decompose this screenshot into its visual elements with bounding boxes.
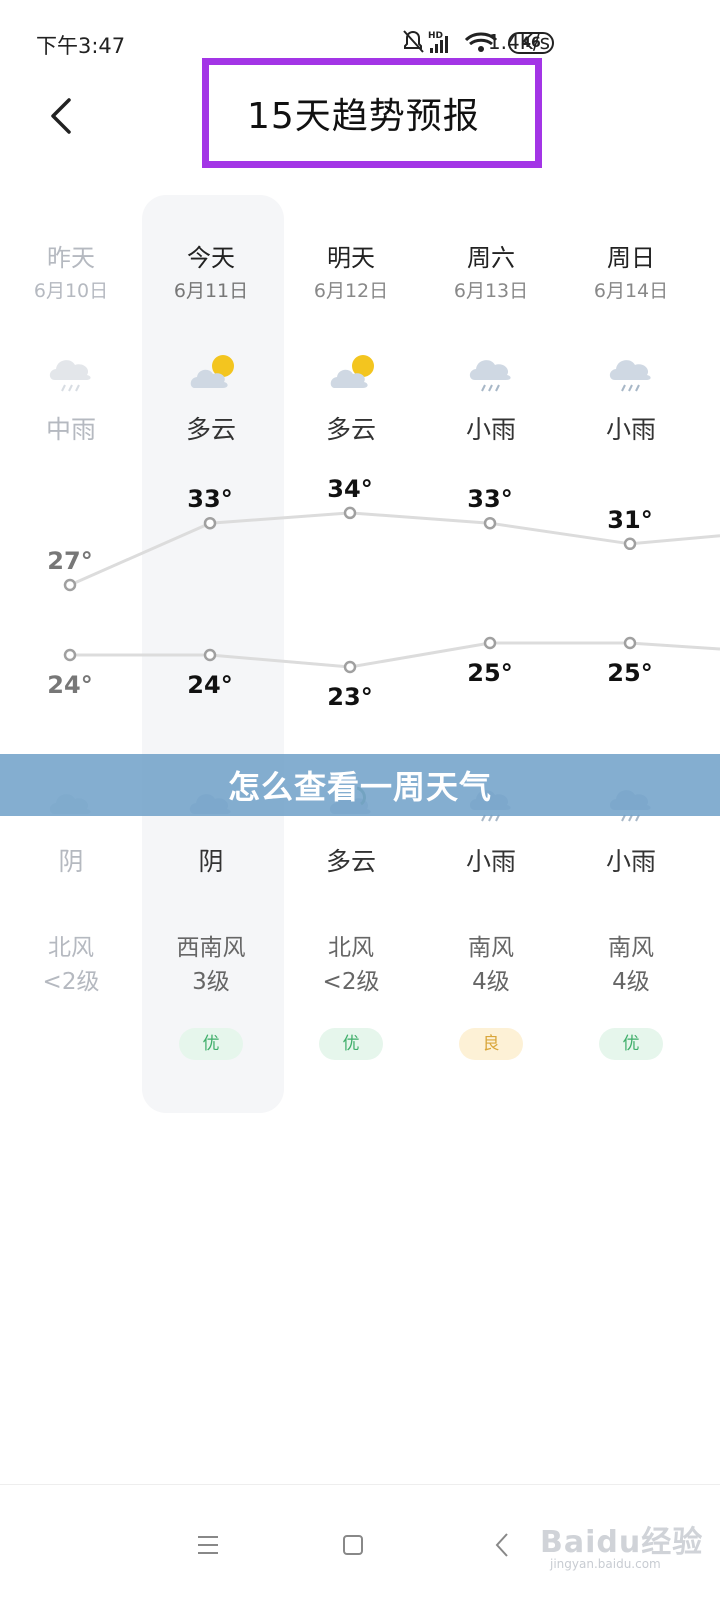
- low-temp-label: 24°: [187, 671, 232, 699]
- wind-level: 3级: [192, 969, 230, 995]
- low-point: [203, 648, 217, 662]
- banner-text: 怎么查看一周天气: [227, 768, 492, 806]
- menu-nav-button[interactable]: [178, 1515, 238, 1575]
- day-label: 周六: [467, 244, 515, 272]
- rain-cloud-icon: [469, 360, 511, 392]
- night-condition: 多云: [325, 847, 376, 876]
- day-date: 6月12日: [313, 280, 389, 302]
- high-point: [483, 516, 497, 530]
- high-point: [203, 516, 217, 530]
- wind-level: 4级: [612, 969, 650, 995]
- wind-direction: 南风: [468, 935, 514, 961]
- night-condition: 小雨: [465, 847, 516, 876]
- back-triangle-icon: [495, 1533, 508, 1557]
- high-point: [63, 578, 77, 592]
- low-temp-label: 24°: [47, 671, 92, 699]
- day-date: 6月13日: [453, 280, 529, 302]
- home-square-icon: [343, 1535, 363, 1555]
- day-label: 明天: [327, 244, 375, 272]
- baidu-watermark: Baidu经验 jingyan.baidu.com: [540, 1509, 710, 1579]
- wind-direction: 北风: [328, 935, 374, 961]
- partly-cloudy-icon: [330, 355, 374, 388]
- low-temp-label: 25°: [467, 659, 512, 687]
- wind-level: 4级: [472, 969, 510, 995]
- watermark-text: Baidu经验: [540, 1525, 704, 1560]
- low-point: [483, 636, 497, 650]
- wind-direction: 南风: [608, 935, 654, 961]
- day-date: 6月14日: [593, 280, 669, 302]
- low-point: [63, 648, 77, 662]
- high-temp-label: 31°: [607, 506, 652, 534]
- night-condition: 阴: [198, 847, 224, 876]
- wind-direction: 西南风: [176, 935, 246, 961]
- high-temp-label: 33°: [187, 485, 232, 513]
- temperature-chart: 27° 33° 34° 33° 31° 24° 24° 23° 25° 25°: [47, 475, 720, 711]
- low-temp-label: 25°: [607, 659, 652, 687]
- aqi-badge: 优: [599, 1028, 663, 1060]
- back-nav-button[interactable]: [472, 1515, 532, 1575]
- aqi-badge: 优: [319, 1028, 383, 1060]
- aqi-badge: 良: [459, 1028, 523, 1060]
- high-temp-label: 27°: [47, 547, 92, 575]
- day-label: 昨天: [47, 244, 95, 272]
- low-point: [623, 636, 637, 650]
- partly-cloudy-icon: [190, 355, 234, 388]
- high-point: [623, 537, 637, 551]
- caption-banner: 怎么查看一周天气: [0, 754, 720, 816]
- day-date: 6月10日: [33, 280, 109, 302]
- wind-level: <2级: [322, 969, 380, 995]
- day-label: 周日: [607, 244, 655, 272]
- wind-level: <2级: [42, 969, 100, 995]
- high-temp-label: 33°: [467, 485, 512, 513]
- day-date: 6月11日: [173, 280, 249, 302]
- high-temp-label: 34°: [327, 475, 372, 503]
- wind-direction: 北风: [48, 935, 94, 961]
- rain-cloud-icon: [49, 360, 91, 392]
- rain-cloud-icon: [609, 360, 651, 392]
- low-point: [343, 660, 357, 674]
- low-temp-label: 23°: [327, 683, 372, 711]
- watermark-url: jingyan.baidu.com: [550, 1557, 661, 1571]
- aqi-badge: 优: [179, 1028, 243, 1060]
- day-label: 今天: [187, 244, 235, 272]
- night-condition: 阴: [58, 847, 84, 876]
- home-nav-button[interactable]: [323, 1515, 383, 1575]
- menu-icon: [198, 1536, 218, 1554]
- high-point: [343, 506, 357, 520]
- night-condition: 小雨: [605, 847, 656, 876]
- navigation-bar: Baidu经验 jingyan.baidu.com: [0, 1484, 720, 1600]
